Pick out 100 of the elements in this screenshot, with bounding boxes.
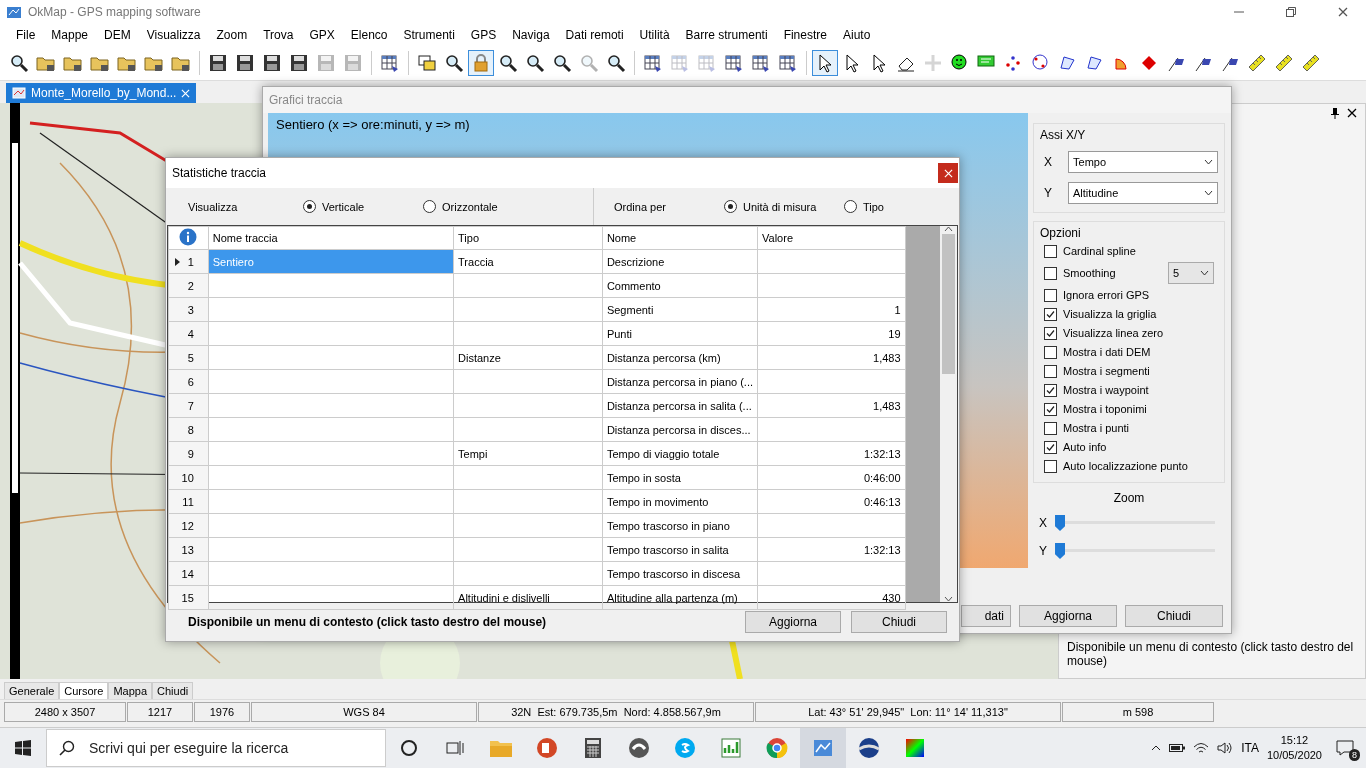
dialog-button[interactable]: dati — [961, 605, 1011, 627]
radio-label[interactable]: Unità di misura — [743, 200, 817, 213]
checkbox[interactable] — [1044, 440, 1057, 454]
radio-label[interactable]: Orizzontale — [442, 200, 498, 213]
notification-icon[interactable] — [1336, 740, 1354, 756]
globe-icon[interactable] — [858, 737, 880, 759]
map-app-icon[interactable] — [812, 737, 834, 759]
language-indicator[interactable]: ITA — [1241, 741, 1259, 755]
checkbox-label[interactable]: Smoothing — [1063, 267, 1116, 279]
panel-tab[interactable]: Cursore — [59, 682, 109, 699]
browser-icon[interactable] — [766, 737, 788, 759]
menu-item[interactable]: Naviga — [504, 28, 558, 42]
checkbox[interactable] — [1044, 288, 1057, 302]
dialog-button[interactable]: Aggiorna — [745, 611, 841, 633]
scroll-up-icon[interactable] — [944, 226, 954, 232]
presentation-app-icon[interactable] — [536, 737, 558, 759]
checkbox-label[interactable]: Mostra i toponimi — [1063, 403, 1147, 415]
battery-icon[interactable] — [1169, 743, 1186, 753]
radio-button[interactable] — [423, 200, 436, 213]
radio-label[interactable]: Tipo — [863, 200, 884, 213]
checkbox[interactable] — [1044, 326, 1057, 340]
slider-thumb[interactable] — [1055, 515, 1065, 531]
checkbox[interactable] — [1044, 266, 1057, 280]
checkbox-label[interactable]: Mostra i segmenti — [1063, 365, 1150, 377]
restore-icon[interactable] — [1286, 7, 1296, 17]
slider-thumb[interactable] — [1055, 543, 1065, 559]
chevron-up-icon[interactable] — [1151, 745, 1162, 751]
calculator-icon[interactable] — [584, 737, 602, 759]
column-header[interactable]: Tipo — [453, 226, 603, 250]
checkbox-label[interactable]: Auto info — [1063, 441, 1107, 453]
checkbox[interactable] — [1044, 383, 1057, 397]
checkbox-label[interactable]: Auto localizzazione punto — [1063, 460, 1188, 472]
checkbox[interactable] — [1044, 307, 1057, 321]
checkbox-label[interactable]: Mostra i punti — [1063, 422, 1130, 434]
menu-item[interactable]: Trova — [255, 28, 302, 42]
search-icon — [59, 740, 75, 756]
round-app-icon[interactable] — [628, 737, 650, 759]
menu-item[interactable]: Strumenti — [395, 28, 463, 42]
speaker-icon[interactable] — [1217, 742, 1234, 754]
column-header[interactable]: Nome traccia — [208, 226, 454, 250]
wifi-icon[interactable] — [1193, 742, 1210, 754]
clock[interactable]: 15:12 10/05/2020 — [1266, 733, 1322, 763]
menu-item[interactable]: Utilità — [631, 28, 678, 42]
checkbox[interactable] — [1044, 459, 1057, 473]
checkbox-label[interactable]: Visualizza la griglia — [1063, 308, 1157, 320]
menu-item[interactable]: Elenco — [342, 28, 396, 42]
panel-tab[interactable]: Mappa — [108, 682, 153, 699]
column-header[interactable]: Nome — [602, 226, 758, 250]
checkbox-label[interactable]: Cardinal spline — [1063, 245, 1136, 257]
menu-item[interactable]: GPX — [301, 28, 343, 42]
pin-icon[interactable] — [1331, 108, 1339, 119]
radio-button[interactable] — [844, 200, 857, 213]
menu-item[interactable]: DEM — [96, 28, 139, 42]
menu-item[interactable]: Finestre — [775, 28, 835, 42]
checkbox[interactable] — [1044, 402, 1057, 416]
checkbox-label[interactable]: Mostra i dati DEM — [1063, 346, 1151, 358]
menu-item[interactable]: Visualizza — [138, 28, 209, 42]
radio-label[interactable]: Verticale — [322, 200, 365, 213]
circle-icon[interactable] — [400, 739, 418, 757]
dialog-button[interactable]: Chiudi — [851, 611, 947, 633]
axis-label: Y — [1044, 186, 1052, 200]
dropdown[interactable]: Tempo — [1068, 151, 1218, 173]
chat-app-icon[interactable] — [674, 737, 696, 759]
close-button[interactable] — [938, 163, 958, 183]
search-box[interactable]: Scrivi qui per eseguire la ricerca — [46, 729, 386, 767]
task-view-icon[interactable] — [446, 740, 464, 756]
radio-button[interactable] — [724, 200, 737, 213]
close-icon[interactable] — [1338, 7, 1348, 17]
checkbox[interactable] — [1044, 364, 1057, 378]
panel-tab[interactable]: Generale — [4, 682, 60, 699]
chart-title: Sentiero (x => ore:minuti, y => m) — [276, 117, 470, 132]
checkbox[interactable] — [1044, 421, 1057, 435]
menu-item[interactable]: Barre strumenti — [677, 28, 776, 42]
checkbox[interactable] — [1044, 244, 1057, 258]
row-number: 7 — [168, 393, 209, 418]
spectrum-app-icon[interactable] — [904, 737, 926, 759]
dropdown[interactable]: Altitudine — [1068, 182, 1218, 204]
checkbox-label[interactable]: Visualizza linea zero — [1063, 327, 1164, 339]
menu-item[interactable]: Mappe — [43, 28, 97, 42]
windows-logo-icon[interactable] — [15, 740, 31, 756]
document-tab[interactable]: Monte_Morello_by_Mond... — [6, 83, 197, 103]
menu-item[interactable]: Dati remoti — [557, 28, 632, 42]
chart-app-icon[interactable] — [720, 737, 742, 759]
search-field[interactable]: Scrivi qui per eseguire la ricerca — [87, 739, 371, 757]
radio-button[interactable] — [303, 200, 316, 213]
scroll-down-icon[interactable] — [944, 596, 954, 602]
menu-item[interactable]: File — [8, 28, 44, 42]
menu-item[interactable]: Aiuto — [835, 28, 879, 42]
dropdown[interactable]: 5 — [1168, 262, 1214, 284]
dialog-button[interactable]: Aggiorna — [1019, 605, 1117, 627]
checkbox-label[interactable]: Ignora errori GPS — [1063, 289, 1150, 301]
checkbox-label[interactable]: Mostra i waypoint — [1063, 384, 1149, 396]
checkbox[interactable] — [1044, 345, 1057, 359]
menu-item[interactable]: Zoom — [208, 28, 256, 42]
scrollbar[interactable] — [940, 226, 957, 602]
dialog-button[interactable]: Chiudi — [1125, 605, 1223, 627]
panel-tab[interactable]: Chiudi — [152, 682, 194, 699]
close-icon[interactable] — [1347, 108, 1357, 118]
column-header[interactable]: Valore — [757, 226, 906, 250]
menu-item[interactable]: GPS — [462, 28, 505, 42]
